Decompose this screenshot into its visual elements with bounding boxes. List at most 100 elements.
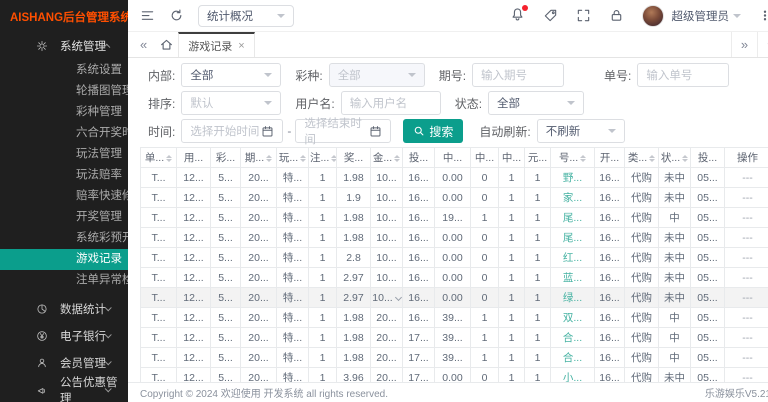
sidebar-item[interactable]: 系统设置 — [0, 60, 128, 81]
table-cell[interactable]: 合... — [551, 328, 595, 348]
sidebar-item[interactable]: 彩种管理 — [0, 102, 128, 123]
table-row[interactable]: T...12...5...20...特...12.9710...16...0.0… — [141, 288, 768, 308]
table-cell: 16... — [595, 168, 625, 188]
table-cell[interactable]: 双... — [551, 308, 595, 328]
sidebar-item[interactable]: 游戏记录 — [0, 249, 128, 270]
table-cell: 0.00 — [435, 188, 471, 208]
tabs-scroll-right-button[interactable]: » — [731, 32, 757, 57]
tab-close-icon[interactable]: × — [238, 40, 244, 52]
table-cell[interactable]: 蓝... — [551, 268, 595, 288]
username-input[interactable]: 输入用户名 — [341, 91, 441, 115]
table-cell: 05... — [691, 368, 725, 383]
lock-icon[interactable] — [609, 8, 624, 23]
table-row[interactable]: T...12...5...20...特...11.9820...17...39.… — [141, 348, 768, 368]
sidebar-submenu: 系统设置轮播图管理彩种管理六合开奖时间管理玩法管理玩法赔率赔率快速修改开奖管理系… — [0, 60, 128, 291]
column-header[interactable]: 金... — [371, 148, 403, 168]
avatar[interactable] — [642, 5, 664, 27]
sidebar-item[interactable]: 轮播图管理 — [0, 81, 128, 102]
sidebar-item[interactable]: 玩法管理 — [0, 144, 128, 165]
table-cell[interactable]: 家... — [551, 188, 595, 208]
sidebar-item[interactable]: 赔率快速修改 — [0, 186, 128, 207]
table-row[interactable]: T...12...5...20...特...11.9820...16...39.… — [141, 308, 768, 328]
table-row[interactable]: T...12...5...20...特...11.9810...16...0.0… — [141, 168, 768, 188]
table-cell: 05... — [691, 188, 725, 208]
start-time-input[interactable]: 选择开始时间 — [181, 119, 283, 143]
sidebar-group-promo[interactable]: 公告优惠管理 — [0, 376, 128, 402]
tabs-menu-button[interactable] — [757, 32, 768, 57]
sidebar-group-members[interactable]: 会员管理 — [0, 349, 128, 376]
table-cell: 12... — [177, 268, 211, 288]
table-cell[interactable]: 尾... — [551, 228, 595, 248]
table-row[interactable]: T...12...5...20...特...11.9820...17...39.… — [141, 328, 768, 348]
table-cell: 39... — [435, 348, 471, 368]
cell-dropdown-icon[interactable] — [395, 294, 402, 301]
collapse-menu-icon[interactable] — [140, 8, 155, 23]
sidebar-group-system[interactable]: 系统管理 — [0, 34, 128, 58]
tab-game-records[interactable]: 游戏记录 × — [178, 32, 254, 57]
table-row[interactable]: T...12...5...20...特...11.9810...16...19.… — [141, 208, 768, 228]
sidebar-group-bank[interactable]: 电子银行 — [0, 322, 128, 349]
table-cell: 16... — [595, 328, 625, 348]
issue-input[interactable]: 输入期号 — [472, 63, 564, 87]
table-cell: --- — [725, 288, 768, 308]
table-cell[interactable]: 绿... — [551, 288, 595, 308]
table-cell: 1 — [499, 288, 525, 308]
table-cell: 1 — [309, 228, 337, 248]
table-cell[interactable]: 尾... — [551, 208, 595, 228]
table-row[interactable]: T...12...5...20...特...13.9620...17...0.0… — [141, 368, 768, 383]
sidebar-item[interactable]: 注单异常检测 — [0, 270, 128, 291]
sort-select[interactable]: 默认 — [181, 91, 281, 115]
column-header[interactable]: 单... — [141, 148, 177, 168]
column-header[interactable]: 状... — [659, 148, 691, 168]
table-cell[interactable]: 小... — [551, 368, 595, 383]
table-cell[interactable]: 合... — [551, 348, 595, 368]
sidebar-item[interactable]: 六合开奖时间管理 — [0, 123, 128, 144]
table-cell: 1 — [499, 228, 525, 248]
table-cell: 1 — [499, 348, 525, 368]
tabs-scroll-left-button[interactable]: « — [140, 32, 147, 57]
table-cell: 代购 — [625, 268, 659, 288]
tag-icon[interactable] — [543, 8, 558, 23]
status-select[interactable]: 全部 — [488, 91, 584, 115]
home-icon[interactable] — [159, 37, 174, 52]
column-header[interactable]: 注... — [309, 148, 337, 168]
table-row[interactable]: T...12...5...20...特...12.9710...16...0.0… — [141, 268, 768, 288]
table-cell: 20... — [241, 328, 277, 348]
end-time-input[interactable]: 选择结束时间 — [295, 119, 391, 143]
search-button[interactable]: 搜索 — [403, 119, 463, 143]
internal-select[interactable]: 全部 — [181, 63, 281, 87]
table-cell: 2.8 — [337, 248, 371, 268]
column-header[interactable]: 类... — [625, 148, 659, 168]
sidebar-group-statistics[interactable]: 数据统计 — [0, 295, 128, 322]
table-cell: --- — [725, 348, 768, 368]
table-cell: 1 — [309, 248, 337, 268]
sidebar-item[interactable]: 玩法赔率 — [0, 165, 128, 186]
sidebar-item[interactable]: 开奖管理 — [0, 207, 128, 228]
refresh-icon[interactable] — [169, 8, 184, 23]
notifications-button[interactable] — [510, 7, 525, 25]
user-menu[interactable]: 超级管理员 — [672, 8, 742, 24]
sidebar-item[interactable]: 系统彩预开奖 — [0, 228, 128, 249]
column-header[interactable]: 期... — [241, 148, 277, 168]
sidebar: AISHANG后台管理系统 系统管理 系统设置轮播图管理彩种管理六合开奖时间管理… — [0, 0, 128, 402]
table-cell: --- — [725, 368, 768, 383]
more-options-icon[interactable] — [759, 8, 768, 23]
table-cell: 未中 — [659, 368, 691, 383]
table-cell: 特... — [277, 228, 309, 248]
table-row[interactable]: T...12...5...20...特...11.9810...16...0.0… — [141, 228, 768, 248]
table-cell[interactable]: 红... — [551, 248, 595, 268]
table-cell: 12... — [177, 188, 211, 208]
table-row[interactable]: T...12...5...20...特...12.810...16...0.00… — [141, 248, 768, 268]
auto-refresh-select[interactable]: 不刷新 — [537, 119, 625, 143]
lottery-select[interactable]: 全部 — [329, 63, 425, 87]
table-row[interactable]: T...12...5...20...特...11.910...16...0.00… — [141, 188, 768, 208]
table-cell: 3.96 — [337, 368, 371, 383]
table-cell: 1 — [525, 328, 551, 348]
column-header[interactable]: 玩... — [277, 148, 309, 168]
nav-select[interactable]: 统计概况 — [198, 5, 294, 27]
fullscreen-icon[interactable] — [576, 8, 591, 23]
column-header[interactable]: 号... — [551, 148, 595, 168]
column-header: 投... — [691, 148, 725, 168]
order-input[interactable]: 输入单号 — [637, 63, 729, 87]
table-cell[interactable]: 野... — [551, 168, 595, 188]
